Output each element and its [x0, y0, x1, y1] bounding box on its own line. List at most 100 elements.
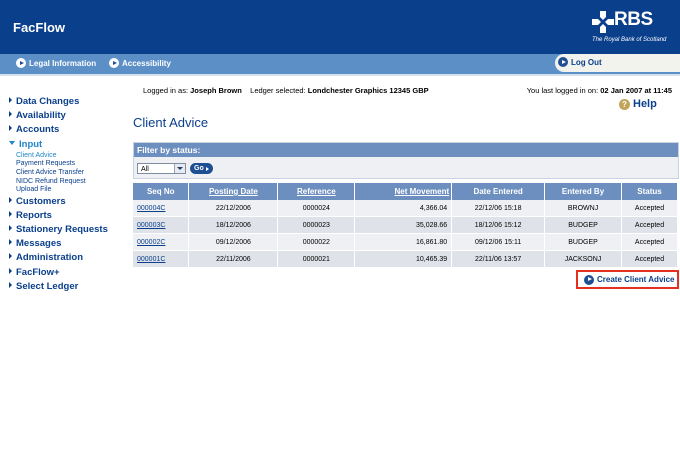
triangle-right-icon [9, 225, 12, 232]
submenu-client-advice[interactable]: Client Advice [16, 152, 129, 161]
cell-entered-by: BROWNJ [544, 200, 622, 217]
submenu-client-advice-transfer[interactable]: Client Advice Transfer [16, 169, 129, 178]
help-icon: ? [619, 98, 630, 110]
cell-net-movement: 16,861.80 [354, 233, 453, 251]
status-select[interactable]: All [137, 163, 186, 174]
sidebar-item-label: Reports [16, 209, 52, 221]
seq-no-link[interactable]: 000004C [137, 205, 165, 212]
cell-status: Accepted [621, 233, 678, 251]
triangle-right-icon [9, 239, 12, 246]
cell-posting-date: 18/12/2006 [188, 216, 279, 234]
help-label: Help [633, 98, 657, 110]
triangle-right-icon [9, 281, 12, 288]
arrow-circle-icon [109, 58, 119, 68]
cell-entered-by: JACKSONJ [544, 250, 622, 268]
cell-date-entered: 22/12/06 15:18 [451, 200, 546, 217]
sidebar-item-administration[interactable]: Administration [9, 251, 129, 265]
client-advice-table: Seq No Posting Date Reference Net Moveme… [133, 183, 678, 268]
seq-no-link[interactable]: 000001C [137, 256, 165, 263]
table-row: 000002C 09/12/2006 0000022 16,861.80 09/… [133, 233, 678, 251]
nav-accessibility[interactable]: Accessibility [109, 58, 171, 68]
submenu-nidc-refund-request[interactable]: NIDC Refund Request [16, 178, 129, 187]
header-posting-date-label: Posting Date [208, 187, 258, 196]
last-login-value: 02 Jan 2007 at 11:45 [600, 86, 672, 95]
cell-entered-by: BUDGEP [544, 216, 622, 234]
sidebar-item-label: FacFlow+ [16, 266, 60, 278]
triangle-right-icon [9, 97, 12, 103]
triangle-right-icon [9, 253, 12, 260]
nav-legal-information-label: Legal Information [29, 58, 97, 68]
session-user: Logged in as: Joseph Brown Ledger select… [143, 86, 429, 95]
sidebar-item-label: Messages [16, 238, 62, 250]
cell-net-movement: 10,465.39 [354, 250, 453, 268]
cell-seq-no[interactable]: 000004C [133, 200, 190, 217]
help-link[interactable]: ? Help [619, 98, 657, 110]
cell-net-movement: 4,366.04 [354, 200, 453, 217]
seq-no-link[interactable]: 000003C [137, 222, 165, 229]
last-login-label: You last logged in on: [526, 86, 599, 95]
table-row: 000001C 22/11/2006 0000021 10,465.39 22/… [133, 250, 678, 268]
sidebar-item-accounts[interactable]: Accounts [9, 123, 129, 137]
cell-date-entered: 18/12/06 15:12 [451, 216, 546, 234]
cell-posting-date: 22/12/2006 [188, 200, 279, 217]
header-date-entered: Date Entered [451, 183, 546, 200]
header-net-movement[interactable]: Net Movement [354, 183, 453, 200]
logged-in-user: Joseph Brown [190, 86, 242, 95]
triangle-right-icon [9, 210, 12, 217]
sidebar-item-label: Stationery Requests [16, 224, 108, 236]
sidebar-item-reports[interactable]: Reports [9, 209, 129, 223]
table-header-row: Seq No Posting Date Reference Net Moveme… [133, 183, 678, 200]
rbs-daisy-icon [592, 11, 614, 33]
sidebar-item-availability[interactable]: Availability [9, 109, 129, 123]
logged-in-label: Logged in as: [143, 86, 189, 95]
cell-net-movement: 35,028.66 [354, 216, 453, 234]
sidebar: Data Changes Availability Accounts Input… [9, 95, 129, 294]
sidebar-item-messages[interactable]: Messages [9, 237, 129, 251]
header-entered-by: Entered By [544, 183, 622, 200]
chevron-down-icon [174, 164, 185, 173]
sidebar-item-label: Customers [16, 195, 66, 207]
seq-no-link[interactable]: 000002C [137, 239, 165, 246]
nav-accessibility-label: Accessibility [122, 58, 171, 68]
triangle-right-icon [9, 196, 12, 203]
sidebar-item-label: Input [19, 138, 43, 150]
header-divider [0, 74, 680, 76]
cell-status: Accepted [621, 216, 678, 234]
arrow-circle-icon [16, 58, 26, 68]
sidebar-item-data-changes[interactable]: Data Changes [9, 95, 129, 109]
sidebar-item-facflow-plus[interactable]: FacFlow+ [9, 266, 129, 280]
cell-entered-by: BUDGEP [544, 233, 622, 251]
sidebar-item-label: Accounts [16, 124, 60, 136]
submenu-upload-file[interactable]: Upload File [16, 186, 129, 195]
header-seq-no: Seq No [133, 183, 190, 200]
header-reference-label: Reference [296, 187, 336, 196]
cell-seq-no[interactable]: 000003C [133, 216, 190, 234]
top-header: FacFlow RBS The Royal Bank of Scotland [0, 0, 680, 54]
sidebar-item-input[interactable]: Input [9, 138, 129, 152]
ledger-value: Londchester Graphics 12345 GBP [307, 86, 429, 95]
rbs-logo[interactable]: RBS The Royal Bank of Scotland [592, 9, 674, 47]
create-client-advice-button[interactable]: Create Client Advice [576, 270, 679, 289]
sidebar-item-label: Select Ledger [16, 280, 79, 292]
nav-legal-information[interactable]: Legal Information [16, 58, 96, 68]
cell-reference: 0000021 [277, 250, 356, 268]
logout-button[interactable]: Log Out [558, 57, 602, 67]
submenu-payment-requests[interactable]: Payment Requests [16, 160, 129, 169]
go-button[interactable]: Go [190, 163, 213, 174]
sidebar-item-stationery-requests[interactable]: Stationery Requests [9, 223, 129, 237]
header-posting-date[interactable]: Posting Date [188, 183, 279, 200]
ledger-label: Ledger selected: [250, 86, 306, 95]
sidebar-item-label: Administration [16, 252, 84, 264]
cell-status: Accepted [621, 250, 678, 268]
sidebar-item-customers[interactable]: Customers [9, 195, 129, 209]
triangle-down-icon [9, 140, 15, 145]
sidebar-item-select-ledger[interactable]: Select Ledger [9, 280, 129, 294]
cell-seq-no[interactable]: 000002C [133, 233, 190, 251]
cell-status: Accepted [621, 200, 678, 217]
cell-reference: 0000022 [277, 233, 356, 251]
table-row: 000003C 18/12/2006 0000023 35,028.66 18/… [133, 216, 678, 234]
cell-seq-no[interactable]: 000001C [133, 250, 190, 268]
logo-subtitle: The Royal Bank of Scotland [592, 37, 667, 43]
header-reference[interactable]: Reference [277, 183, 356, 200]
input-submenu: Client Advice Payment Requests Client Ad… [9, 152, 129, 195]
